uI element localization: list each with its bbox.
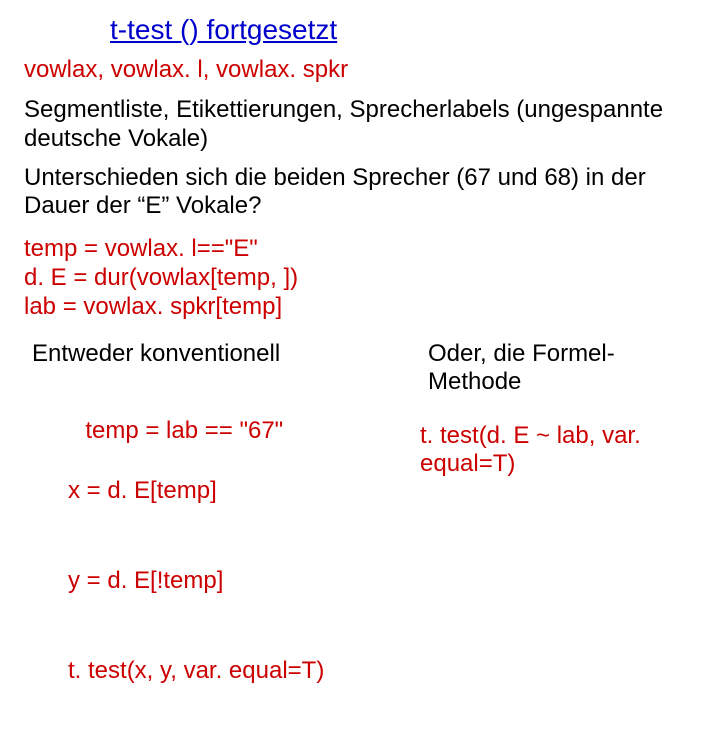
column-conventional: Entweder konventionell temp = lab == "67… [24,340,384,746]
code-line: t. test(x, y, var. equal=T) [32,656,384,686]
formula-code-line: t. test(d. E ~ lab, var. equal=T) [420,422,696,478]
description-text: Segmentliste, Etikettierungen, Sprecherl… [24,96,696,154]
formula-heading: Oder, die Formel-Methode [428,340,696,396]
code-line: temp = lab == "67" [85,417,283,444]
code-line: y = d. E[!temp] [32,566,384,596]
slide: t-test () fortgesetzt vowlax, vowlax. l,… [0,0,720,540]
question-text: Unterschieden sich die beiden Sprecher (… [24,164,696,222]
setup-code-block: temp = vowlax. l=="E" d. E = dur(vowlax[… [24,235,696,321]
column-formula: Oder, die Formel-Methode t. test(d. E ~ … [420,340,696,746]
slide-title: t-test () fortgesetzt [110,14,696,46]
conventional-heading: Entweder konventionell [32,340,384,368]
code-line: x = d. E[temp] [32,476,384,506]
variable-list: vowlax, vowlax. l, vowlax. spkr [24,56,696,84]
conventional-code-block: temp = lab == "67" x = d. E[temp] y = d.… [32,386,384,746]
columns: Entweder konventionell temp = lab == "67… [24,340,696,746]
